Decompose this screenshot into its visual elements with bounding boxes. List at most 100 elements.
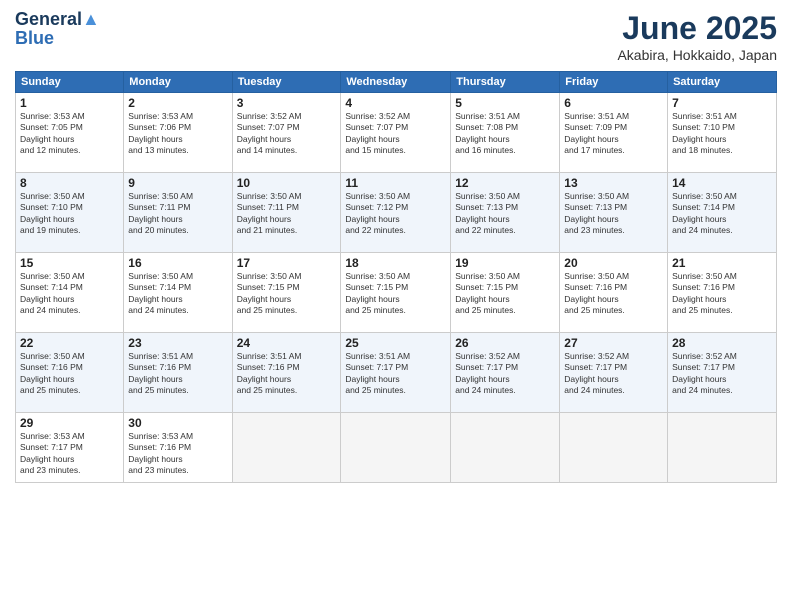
day-cell-16: 16 Sunrise: 3:50 AM Sunset: 7:14 PM Dayl… (124, 253, 232, 333)
calendar-week-row: 29 Sunrise: 3:53 AM Sunset: 7:17 PM Dayl… (16, 413, 777, 483)
day-info: Sunrise: 3:50 AM Sunset: 7:15 PM Dayligh… (345, 271, 446, 317)
day-number: 7 (672, 96, 772, 110)
day-number: 20 (564, 256, 663, 270)
day-info: Sunrise: 3:50 AM Sunset: 7:12 PM Dayligh… (345, 191, 446, 237)
page: General▲ Blue June 2025 Akabira, Hokkaid… (0, 0, 792, 612)
col-monday: Monday (124, 72, 232, 93)
day-number: 12 (455, 176, 555, 190)
day-cell-9: 9 Sunrise: 3:50 AM Sunset: 7:11 PM Dayli… (124, 173, 232, 253)
empty-day-cell (232, 413, 341, 483)
day-number: 22 (20, 336, 119, 350)
day-number: 5 (455, 96, 555, 110)
day-number: 13 (564, 176, 663, 190)
day-number: 1 (20, 96, 119, 110)
day-number: 4 (345, 96, 446, 110)
col-friday: Friday (560, 72, 668, 93)
day-info: Sunrise: 3:50 AM Sunset: 7:16 PM Dayligh… (20, 351, 119, 397)
day-number: 21 (672, 256, 772, 270)
day-cell-28: 28 Sunrise: 3:52 AM Sunset: 7:17 PM Dayl… (668, 333, 777, 413)
day-cell-27: 27 Sunrise: 3:52 AM Sunset: 7:17 PM Dayl… (560, 333, 668, 413)
day-info: Sunrise: 3:50 AM Sunset: 7:16 PM Dayligh… (564, 271, 663, 317)
day-cell-3: 3 Sunrise: 3:52 AM Sunset: 7:07 PM Dayli… (232, 93, 341, 173)
day-number: 28 (672, 336, 772, 350)
day-cell-15: 15 Sunrise: 3:50 AM Sunset: 7:14 PM Dayl… (16, 253, 124, 333)
day-number: 17 (237, 256, 337, 270)
day-cell-8: 8 Sunrise: 3:50 AM Sunset: 7:10 PM Dayli… (16, 173, 124, 253)
day-info: Sunrise: 3:51 AM Sunset: 7:16 PM Dayligh… (128, 351, 227, 397)
calendar-week-row: 22 Sunrise: 3:50 AM Sunset: 7:16 PM Dayl… (16, 333, 777, 413)
day-cell-22: 22 Sunrise: 3:50 AM Sunset: 7:16 PM Dayl… (16, 333, 124, 413)
day-info: Sunrise: 3:51 AM Sunset: 7:16 PM Dayligh… (237, 351, 337, 397)
day-number: 11 (345, 176, 446, 190)
day-info: Sunrise: 3:50 AM Sunset: 7:14 PM Dayligh… (128, 271, 227, 317)
day-number: 19 (455, 256, 555, 270)
day-info: Sunrise: 3:51 AM Sunset: 7:09 PM Dayligh… (564, 111, 663, 157)
empty-day-cell (341, 413, 451, 483)
logo: General▲ Blue (15, 10, 100, 49)
col-wednesday: Wednesday (341, 72, 451, 93)
day-info: Sunrise: 3:50 AM Sunset: 7:11 PM Dayligh… (128, 191, 227, 237)
day-cell-12: 12 Sunrise: 3:50 AM Sunset: 7:13 PM Dayl… (451, 173, 560, 253)
day-cell-24: 24 Sunrise: 3:51 AM Sunset: 7:16 PM Dayl… (232, 333, 341, 413)
day-info: Sunrise: 3:50 AM Sunset: 7:15 PM Dayligh… (455, 271, 555, 317)
day-number: 30 (128, 416, 227, 430)
day-number: 6 (564, 96, 663, 110)
day-info: Sunrise: 3:50 AM Sunset: 7:15 PM Dayligh… (237, 271, 337, 317)
col-sunday: Sunday (16, 72, 124, 93)
day-cell-7: 7 Sunrise: 3:51 AM Sunset: 7:10 PM Dayli… (668, 93, 777, 173)
day-info: Sunrise: 3:51 AM Sunset: 7:17 PM Dayligh… (345, 351, 446, 397)
col-thursday: Thursday (451, 72, 560, 93)
day-number: 29 (20, 416, 119, 430)
empty-day-cell (451, 413, 560, 483)
day-number: 25 (345, 336, 446, 350)
day-info: Sunrise: 3:51 AM Sunset: 7:08 PM Dayligh… (455, 111, 555, 157)
logo-text: General▲ (15, 10, 100, 30)
day-number: 18 (345, 256, 446, 270)
empty-day-cell (560, 413, 668, 483)
day-number: 8 (20, 176, 119, 190)
day-number: 24 (237, 336, 337, 350)
day-cell-29: 29 Sunrise: 3:53 AM Sunset: 7:17 PM Dayl… (16, 413, 124, 483)
day-cell-21: 21 Sunrise: 3:50 AM Sunset: 7:16 PM Dayl… (668, 253, 777, 333)
day-number: 14 (672, 176, 772, 190)
day-info: Sunrise: 3:52 AM Sunset: 7:17 PM Dayligh… (672, 351, 772, 397)
day-info: Sunrise: 3:52 AM Sunset: 7:07 PM Dayligh… (345, 111, 446, 157)
day-info: Sunrise: 3:52 AM Sunset: 7:17 PM Dayligh… (455, 351, 555, 397)
col-tuesday: Tuesday (232, 72, 341, 93)
day-cell-30: 30 Sunrise: 3:53 AM Sunset: 7:16 PM Dayl… (124, 413, 232, 483)
day-info: Sunrise: 3:50 AM Sunset: 7:16 PM Dayligh… (672, 271, 772, 317)
day-info: Sunrise: 3:50 AM Sunset: 7:14 PM Dayligh… (672, 191, 772, 237)
day-number: 15 (20, 256, 119, 270)
day-number: 23 (128, 336, 227, 350)
day-cell-25: 25 Sunrise: 3:51 AM Sunset: 7:17 PM Dayl… (341, 333, 451, 413)
day-info: Sunrise: 3:53 AM Sunset: 7:06 PM Dayligh… (128, 111, 227, 157)
day-cell-4: 4 Sunrise: 3:52 AM Sunset: 7:07 PM Dayli… (341, 93, 451, 173)
calendar-week-row: 8 Sunrise: 3:50 AM Sunset: 7:10 PM Dayli… (16, 173, 777, 253)
logo-blue: Blue (15, 28, 100, 49)
day-cell-23: 23 Sunrise: 3:51 AM Sunset: 7:16 PM Dayl… (124, 333, 232, 413)
header: General▲ Blue June 2025 Akabira, Hokkaid… (15, 10, 777, 63)
calendar-header-row: Sunday Monday Tuesday Wednesday Thursday… (16, 72, 777, 93)
col-saturday: Saturday (668, 72, 777, 93)
day-number: 3 (237, 96, 337, 110)
day-number: 27 (564, 336, 663, 350)
day-cell-19: 19 Sunrise: 3:50 AM Sunset: 7:15 PM Dayl… (451, 253, 560, 333)
day-cell-26: 26 Sunrise: 3:52 AM Sunset: 7:17 PM Dayl… (451, 333, 560, 413)
day-info: Sunrise: 3:53 AM Sunset: 7:05 PM Dayligh… (20, 111, 119, 157)
day-cell-18: 18 Sunrise: 3:50 AM Sunset: 7:15 PM Dayl… (341, 253, 451, 333)
day-info: Sunrise: 3:52 AM Sunset: 7:07 PM Dayligh… (237, 111, 337, 157)
day-cell-10: 10 Sunrise: 3:50 AM Sunset: 7:11 PM Dayl… (232, 173, 341, 253)
day-cell-11: 11 Sunrise: 3:50 AM Sunset: 7:12 PM Dayl… (341, 173, 451, 253)
day-number: 10 (237, 176, 337, 190)
empty-day-cell (668, 413, 777, 483)
day-number: 2 (128, 96, 227, 110)
day-number: 26 (455, 336, 555, 350)
title-block: June 2025 Akabira, Hokkaido, Japan (617, 10, 777, 63)
day-cell-20: 20 Sunrise: 3:50 AM Sunset: 7:16 PM Dayl… (560, 253, 668, 333)
day-cell-14: 14 Sunrise: 3:50 AM Sunset: 7:14 PM Dayl… (668, 173, 777, 253)
day-cell-5: 5 Sunrise: 3:51 AM Sunset: 7:08 PM Dayli… (451, 93, 560, 173)
day-number: 16 (128, 256, 227, 270)
day-cell-6: 6 Sunrise: 3:51 AM Sunset: 7:09 PM Dayli… (560, 93, 668, 173)
location: Akabira, Hokkaido, Japan (617, 47, 777, 63)
day-cell-1: 1 Sunrise: 3:53 AM Sunset: 7:05 PM Dayli… (16, 93, 124, 173)
